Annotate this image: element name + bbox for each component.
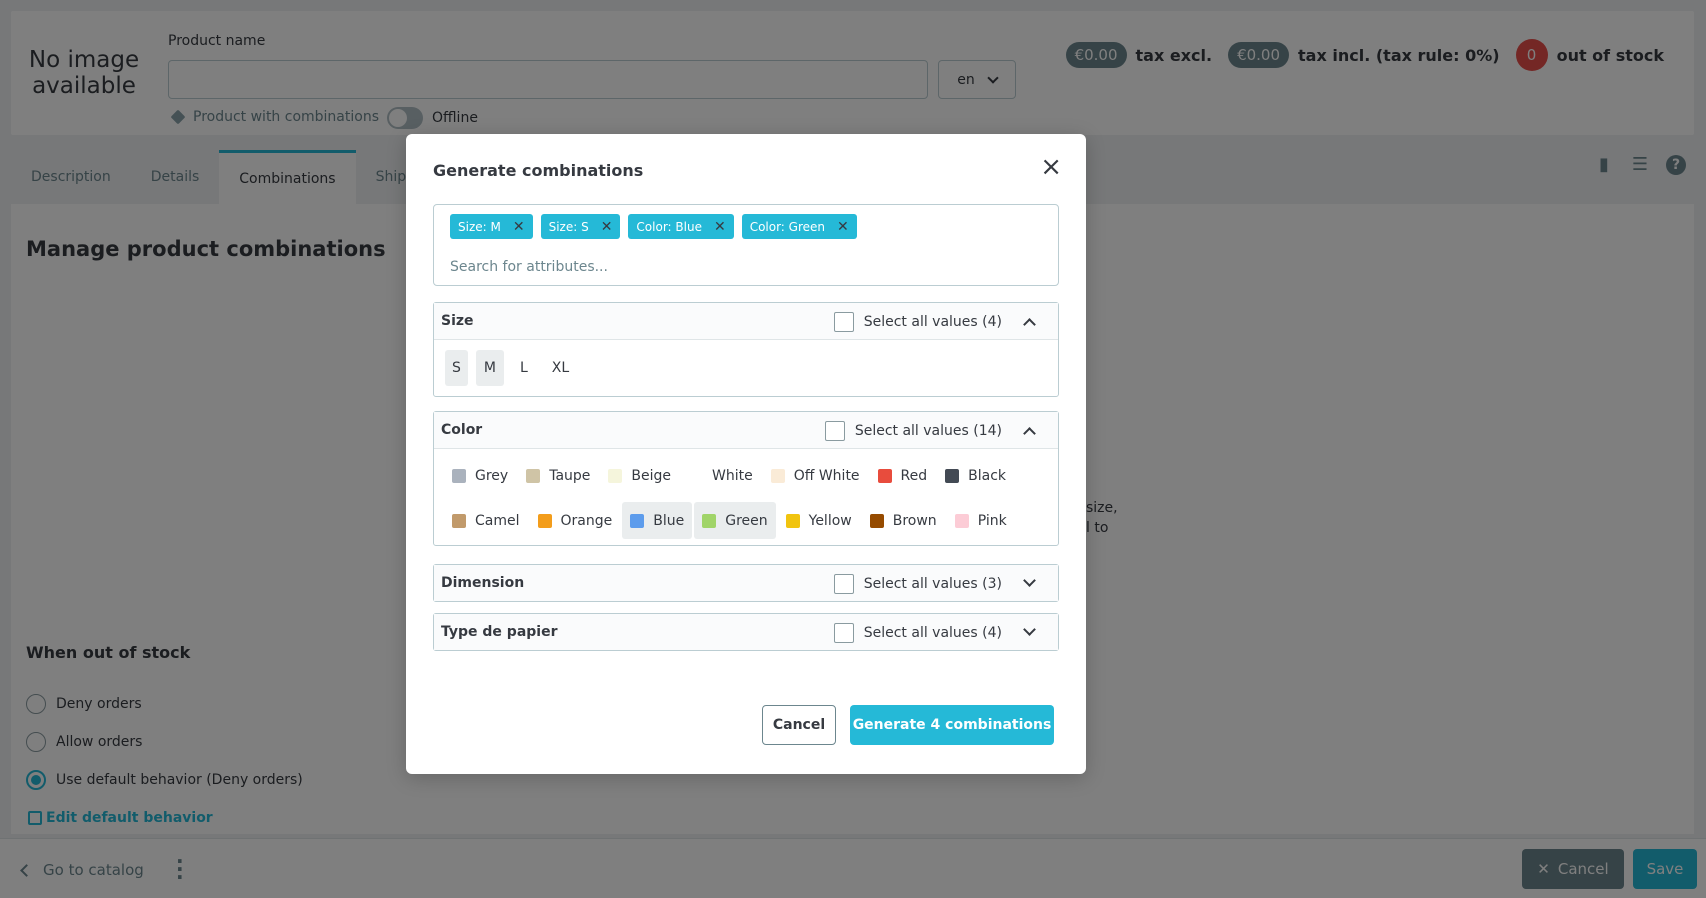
group-name: Type de papier	[441, 624, 558, 640]
color-swatch	[785, 513, 800, 528]
size-value-l[interactable]: L	[512, 350, 536, 386]
select-all-label: Select all values (4)	[863, 625, 1002, 641]
color-swatch	[608, 468, 623, 483]
color-value-label: Camel	[475, 512, 520, 529]
color-value-pink[interactable]: Pink	[947, 502, 1015, 539]
group-header[interactable]: Type de papier Select all values (4)	[434, 614, 1058, 650]
tag-label: Size: S	[548, 219, 589, 234]
color-values: Grey Taupe Beige White Off White Red Black Came…	[434, 448, 1058, 545]
color-swatch	[689, 468, 703, 483]
color-value-beige[interactable]: Beige	[600, 457, 679, 494]
color-swatch	[770, 468, 785, 483]
color-value-label: Pink	[977, 512, 1007, 529]
checkbox[interactable]	[824, 421, 845, 441]
select-all-dimension[interactable]: Select all values (3)	[833, 574, 1002, 594]
color-swatch	[452, 513, 466, 528]
size-value-s[interactable]: S	[445, 350, 468, 386]
remove-tag-icon[interactable]: ✕	[714, 219, 726, 235]
color-value-label: Taupe	[549, 467, 591, 484]
color-value-label: Green	[725, 512, 768, 529]
color-value-blue[interactable]: Blue	[622, 502, 693, 539]
group-header[interactable]: Size Select all values (4)	[434, 303, 1058, 339]
group-header[interactable]: Color Select all values (14)	[434, 412, 1058, 448]
generate-combinations-modal: Generate combinations × Size: M ✕ Size: …	[406, 134, 1086, 774]
select-all-paper-type[interactable]: Select all values (4)	[833, 623, 1002, 643]
size-value-m[interactable]: M	[475, 350, 504, 386]
selected-tags: Size: M ✕ Size: S ✕ Color: Blue ✕ Color:…	[450, 214, 857, 239]
tag-label: Color: Green	[749, 219, 826, 234]
color-swatch	[954, 513, 969, 528]
color-swatch	[452, 468, 466, 483]
attribute-tag-input[interactable]: Size: M ✕ Size: S ✕ Color: Blue ✕ Color:…	[433, 204, 1059, 286]
select-all-label: Select all values (14)	[854, 423, 1002, 439]
color-value-white[interactable]: White	[681, 457, 761, 494]
color-value-black[interactable]: Black	[937, 457, 1014, 494]
group-name: Size	[441, 313, 474, 329]
color-value-label: Red	[900, 467, 928, 484]
color-value-brown[interactable]: Brown	[862, 502, 945, 539]
color-value-taupe[interactable]: Taupe	[518, 457, 598, 494]
color-swatch	[702, 513, 717, 528]
color-value-label: Black	[968, 467, 1007, 484]
group-header[interactable]: Dimension Select all values (3)	[434, 565, 1058, 601]
chevron-up-icon[interactable]	[1023, 427, 1036, 440]
color-value-off-white[interactable]: Off White	[763, 457, 868, 494]
color-value-label: Blue	[653, 512, 685, 529]
checkbox[interactable]	[833, 574, 854, 594]
color-value-label: Beige	[631, 467, 671, 484]
attribute-group-color: Color Select all values (14) Grey Taupe Be…	[433, 411, 1059, 546]
tag-label: Size: M	[458, 219, 501, 234]
attribute-group-dimension: Dimension Select all values (3)	[433, 564, 1059, 602]
size-values: S M L XL	[434, 339, 1058, 396]
tag-color-green: Color: Green ✕	[741, 214, 857, 239]
remove-tag-icon[interactable]: ✕	[837, 219, 849, 235]
color-value-grey[interactable]: Grey	[444, 457, 516, 494]
attribute-search-input[interactable]	[450, 255, 1010, 279]
color-value-label: Grey	[475, 467, 509, 484]
select-all-size[interactable]: Select all values (4)	[833, 312, 1002, 332]
tag-size-s: Size: S ✕	[540, 214, 621, 239]
close-icon[interactable]: ×	[1040, 154, 1062, 180]
color-swatch	[630, 513, 645, 528]
color-value-label: Yellow	[808, 512, 852, 529]
color-value-orange[interactable]: Orange	[530, 502, 621, 539]
group-name: Dimension	[441, 575, 525, 591]
color-value-yellow[interactable]: Yellow	[778, 502, 860, 539]
color-swatch	[869, 513, 884, 528]
checkbox[interactable]	[833, 623, 854, 643]
attribute-group-paper-type: Type de papier Select all values (4)	[433, 613, 1059, 651]
select-all-color[interactable]: Select all values (14)	[824, 421, 1002, 441]
size-value-xl[interactable]: XL	[544, 350, 577, 386]
attribute-group-size: Size Select all values (4) S M L XL	[433, 302, 1059, 397]
tag-color-blue: Color: Blue ✕	[628, 214, 734, 239]
color-value-camel[interactable]: Camel	[444, 502, 528, 539]
color-value-label: Brown	[892, 512, 937, 529]
color-value-red[interactable]: Red	[870, 457, 936, 494]
color-swatch	[877, 468, 892, 483]
color-value-label: Off White	[793, 467, 860, 484]
tag-size-m: Size: M ✕	[450, 214, 533, 239]
group-name: Color	[441, 422, 483, 438]
modal-title: Generate combinations	[433, 161, 644, 180]
tag-label: Color: Blue	[636, 219, 702, 234]
color-value-label: Orange	[560, 512, 613, 529]
chevron-down-icon[interactable]	[1023, 574, 1036, 587]
remove-tag-icon[interactable]: ✕	[601, 219, 613, 235]
select-all-label: Select all values (4)	[863, 314, 1002, 330]
color-value-green[interactable]: Green	[694, 502, 776, 539]
checkbox[interactable]	[833, 312, 854, 332]
cancel-button[interactable]: Cancel	[762, 705, 836, 745]
color-swatch	[526, 468, 541, 483]
generate-combinations-button[interactable]: Generate 4 combinations	[850, 705, 1054, 745]
chevron-up-icon[interactable]	[1023, 318, 1036, 331]
remove-tag-icon[interactable]: ✕	[513, 219, 525, 235]
select-all-label: Select all values (3)	[863, 576, 1002, 592]
color-swatch	[537, 513, 552, 528]
chevron-down-icon[interactable]	[1023, 623, 1036, 636]
color-value-label: White	[712, 467, 753, 484]
color-swatch	[945, 468, 960, 483]
